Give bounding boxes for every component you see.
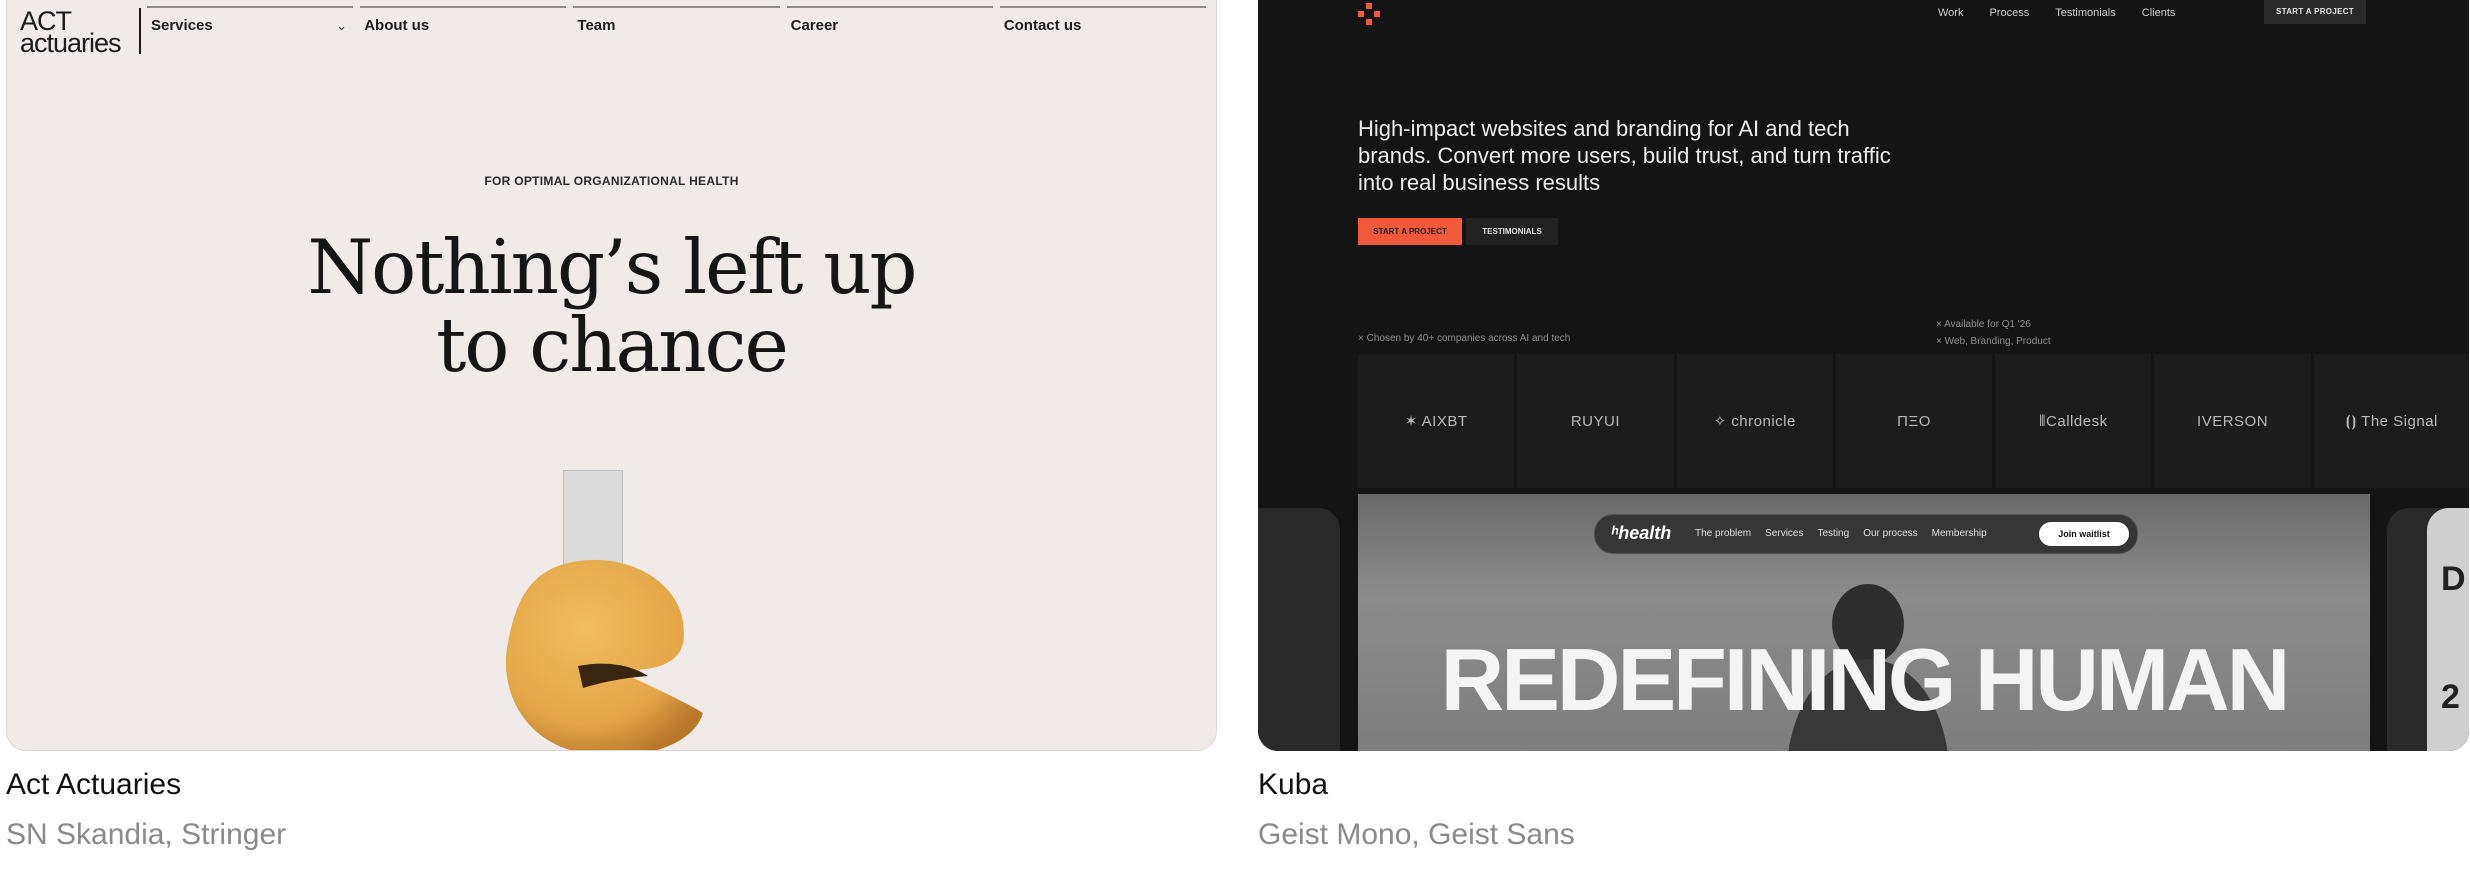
client-logo: ⦀Calldesk bbox=[1995, 354, 2152, 488]
hero-text: High-impact websites and branding for AI… bbox=[1358, 116, 1891, 195]
card-title[interactable]: Act Actuaries bbox=[6, 768, 181, 802]
act-actuaries-preview[interactable]: ACT actuaries Services ⌄ About us Team C… bbox=[6, 0, 1217, 751]
nav-about-us[interactable]: About us bbox=[360, 6, 567, 41]
nav-work[interactable]: Work bbox=[1938, 7, 1963, 19]
nav-team[interactable]: Team bbox=[573, 6, 780, 41]
client-logo: IVERSON bbox=[2154, 354, 2311, 488]
card-fonts: SN Skandia, Stringer bbox=[6, 818, 287, 851]
nav-label: About us bbox=[364, 17, 430, 34]
act-logo[interactable]: ACT actuaries bbox=[20, 8, 122, 58]
client-logos-strip: ✶ AIXBT RUYUI ✧ chronicle ΠΞO ⦀Calldesk … bbox=[1358, 354, 2469, 488]
kuba-nav: Work Process Testimonials Clients bbox=[1938, 7, 2175, 19]
side-card-letter: D bbox=[2441, 560, 2466, 598]
nav-career[interactable]: Career bbox=[786, 6, 993, 41]
nav-testimonials[interactable]: Testimonials bbox=[2055, 7, 2116, 19]
nav-contact-us[interactable]: Contact us bbox=[999, 6, 1207, 41]
kuba-preview[interactable]: Work Process Testimonials Clients START … bbox=[1258, 0, 2469, 751]
preview-headline: REDEFINING HUMAN bbox=[1440, 630, 2291, 729]
client-logo: ΠΞO bbox=[1835, 354, 1993, 488]
preview-link: Testing bbox=[1817, 528, 1850, 539]
side-card-number: 2 bbox=[2441, 678, 2460, 716]
client-logo: ✧ chronicle bbox=[1676, 354, 1833, 488]
logo-divider bbox=[139, 8, 141, 54]
act-nav: Services ⌄ About us Team Career Contact … bbox=[147, 6, 1207, 41]
testimonials-button[interactable]: TESTIMONIALS bbox=[1466, 218, 1558, 245]
headline-line-1: Nothing’s left up bbox=[307, 223, 917, 311]
logo-line-2: actuaries bbox=[20, 28, 122, 58]
client-logo: ⦗⦘ The Signal bbox=[2313, 354, 2469, 488]
start-project-button[interactable]: START A PROJECT bbox=[1358, 218, 1462, 245]
carousel-side-card-left[interactable] bbox=[1258, 508, 1340, 751]
hero-headline: Nothing’s left up to chance bbox=[7, 228, 1216, 384]
headline-line-2: to chance bbox=[436, 301, 789, 389]
nav-label: Career bbox=[790, 17, 839, 34]
preview-link: The problem bbox=[1695, 528, 1752, 539]
join-waitlist-button: Join waitlist bbox=[2039, 522, 2129, 546]
card-title[interactable]: Kuba bbox=[1258, 768, 1328, 802]
nav-services[interactable]: Services ⌄ bbox=[147, 6, 354, 41]
carousel-side-card-right[interactable]: D 2 bbox=[2387, 508, 2469, 751]
availability-line-2: × Web, Branding, Product bbox=[1936, 336, 2051, 347]
preview-links: The problem Services Testing Our process… bbox=[1695, 528, 1987, 539]
preview-brand: ʰhealth bbox=[1611, 523, 1672, 543]
preview-link: Services bbox=[1765, 528, 1804, 539]
preview-link: Our process bbox=[1863, 528, 1918, 539]
chevron-down-icon: ⌄ bbox=[336, 18, 348, 33]
card-fonts: Geist Mono, Geist Sans bbox=[1258, 818, 1575, 851]
nav-process[interactable]: Process bbox=[1989, 7, 2029, 19]
preview-link: Membership bbox=[1931, 528, 1987, 539]
fortune-cookie-image bbox=[505, 559, 703, 750]
work-preview-image[interactable]: ʰhealth The problem Services Testing Our… bbox=[1358, 494, 2370, 751]
nav-label: Services bbox=[151, 17, 213, 34]
client-logo: RUYUI bbox=[1517, 354, 1674, 488]
kuba-logo-icon[interactable] bbox=[1358, 3, 1380, 25]
nav-clients[interactable]: Clients bbox=[2142, 7, 2176, 19]
start-project-nav-button[interactable]: START A PROJECT bbox=[2264, 0, 2366, 24]
availability-text: × Available for Q1 '26 × Web, Branding, … bbox=[1936, 316, 2051, 350]
nav-label: Contact us bbox=[1003, 17, 1082, 34]
preview-navbar: ʰhealth The problem Services Testing Our… bbox=[1594, 514, 2138, 554]
client-logo: ✶ AIXBT bbox=[1358, 354, 1515, 488]
availability-line-1: × Available for Q1 '26 bbox=[1936, 319, 2031, 330]
chosen-by-text: × Chosen by 40+ companies across AI and … bbox=[1358, 333, 1571, 344]
eyebrow-text: FOR OPTIMAL ORGANIZATIONAL HEALTH bbox=[484, 174, 739, 188]
nav-label: Team bbox=[577, 17, 616, 34]
